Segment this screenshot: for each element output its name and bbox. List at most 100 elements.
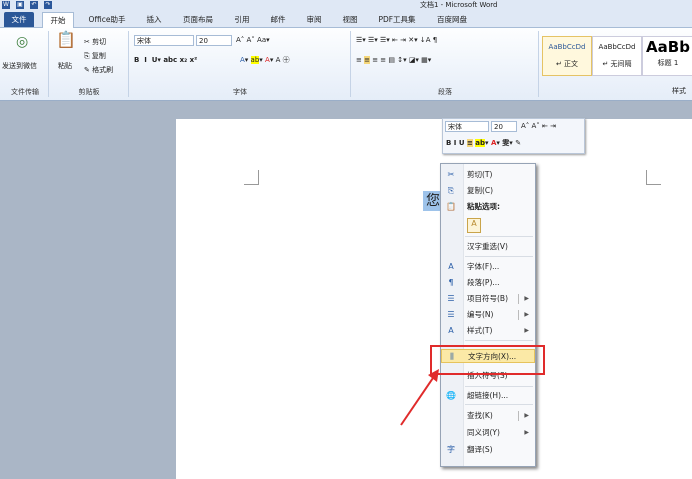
menu-item-paste-keep-text[interactable]: A bbox=[441, 218, 535, 233]
annotation-arrow-icon bbox=[400, 369, 439, 426]
copy-button[interactable]: ⎘ 复制 bbox=[84, 51, 106, 61]
menu-item-numbering[interactable]: ☰ 编号(N) ▶ bbox=[441, 308, 535, 322]
menu-item-font[interactable]: A 字体(F)... bbox=[441, 260, 535, 274]
list-buttons[interactable]: ☰▾ ☰▾ ☰▾ ⇤ ⇥ ✕▾ ↓A ¶ bbox=[356, 35, 437, 45]
redo-icon[interactable]: ↷ bbox=[44, 1, 52, 9]
paste-icon[interactable]: 📋 bbox=[56, 32, 76, 48]
context-menu: ✂ 剪切(T) ⎘ 复制(C) 📋 粘贴选项: A 汉字重选(V) A 字体(F)...… bbox=[440, 163, 536, 467]
menu-item-paragraph[interactable]: ¶ 段落(P)... bbox=[441, 276, 535, 290]
submenu-arrow-icon: ▶ bbox=[524, 327, 529, 334]
paste-icon: 📋 bbox=[446, 202, 456, 211]
copy-icon: ⎘ bbox=[84, 52, 92, 60]
style-preview: AaBb bbox=[646, 38, 690, 56]
tab-review[interactable]: 审阅 bbox=[300, 12, 328, 27]
menu-item-cut[interactable]: ✂ 剪切(T) bbox=[441, 168, 535, 182]
submenu-arrow-icon: ▶ bbox=[524, 412, 529, 419]
split-separator bbox=[518, 411, 519, 421]
group-label: 剪贴板 bbox=[78, 88, 100, 96]
menu-separator bbox=[465, 236, 533, 237]
tab-baidu-netdisk[interactable]: 百度网盘 bbox=[430, 12, 474, 27]
menu-item-find[interactable]: 查找(K) ▶ bbox=[441, 409, 535, 423]
paste-keep-text-icon: A bbox=[467, 218, 481, 233]
align-buttons[interactable]: ≡ ≡ ≡ ≡ ▤ ↕▾ ◪▾ ▦▾ bbox=[356, 55, 431, 65]
bullets-icon: ☰ bbox=[447, 294, 455, 303]
ribbon: ◎ 发送到微信 文件传输 📋 粘贴 ✂ 剪切 ⎘ 复制 ✎ 格式刷 剪贴板 宋体… bbox=[0, 28, 692, 101]
undo-icon[interactable]: ↶ bbox=[30, 1, 38, 9]
mini-toolbar: 宋体 20 A˄ A˅ ⇤ ⇥ B I U ≡ ab▾ A▾ 雯▾ ✎ bbox=[442, 118, 585, 154]
style-normal[interactable]: AaBbCcDd ↵ 正文 bbox=[542, 36, 592, 76]
split-separator bbox=[518, 310, 519, 320]
font-icon: A bbox=[448, 262, 454, 271]
tab-home[interactable]: 开始 bbox=[42, 12, 74, 28]
annotation-highlight-box bbox=[430, 345, 545, 375]
numbering-icon: ☰ bbox=[447, 310, 455, 319]
menu-separator bbox=[465, 386, 533, 387]
menu-separator bbox=[465, 256, 533, 257]
menu-item-copy[interactable]: ⎘ 复制(C) bbox=[441, 184, 535, 198]
split-separator bbox=[518, 294, 519, 304]
window-title: 文档1 - Microsoft Word bbox=[420, 1, 498, 9]
grow-font-button[interactable]: A˄ A˅ Aa▾ bbox=[236, 35, 270, 45]
scissors-icon: ✂ bbox=[84, 38, 93, 46]
group-clipboard: 📋 粘贴 ✂ 剪切 ⎘ 复制 ✎ 格式刷 剪贴板 bbox=[50, 31, 129, 97]
title-bar: W ▣ ↶ ↷ 文档1 - Microsoft Word bbox=[0, 0, 692, 10]
font-size-combo[interactable]: 20 bbox=[196, 35, 232, 46]
save-icon[interactable]: ▣ bbox=[16, 1, 24, 9]
font-name-combo[interactable]: 宋体 bbox=[134, 35, 194, 46]
globe-link-icon: 🌐 bbox=[446, 391, 456, 400]
style-name: ↵ 无间隔 bbox=[602, 60, 632, 68]
tab-view[interactable]: 视图 bbox=[336, 12, 364, 27]
menu-item-styles[interactable]: A 样式(T) ▶ bbox=[441, 324, 535, 338]
wechat-icon[interactable]: ◎ bbox=[16, 35, 28, 49]
submenu-arrow-icon: ▶ bbox=[524, 429, 529, 436]
group-label: 段落 bbox=[438, 88, 452, 96]
tab-insert[interactable]: 插入 bbox=[140, 12, 168, 27]
mini-format-buttons[interactable]: B I U ≡ ab▾ A▾ 雯▾ ✎ bbox=[446, 138, 521, 148]
tab-mailings[interactable]: 邮件 bbox=[264, 12, 292, 27]
crop-mark-right bbox=[646, 170, 661, 185]
group-font: 宋体 20 A˄ A˅ Aa▾ B I U▾ abc x₂ x² A▾ ab▾ … bbox=[130, 31, 351, 97]
style-preview: AaBbCcDd bbox=[548, 43, 586, 51]
menu-item-reconvert[interactable]: 汉字重选(V) bbox=[441, 240, 535, 254]
menu-item-translate[interactable]: 字翻译(S) bbox=[441, 443, 535, 457]
style-name: ↵ 正文 bbox=[555, 60, 579, 68]
color-buttons[interactable]: A▾ ab▾ A▾ A ㊉ bbox=[240, 55, 290, 65]
menu-separator bbox=[465, 340, 533, 341]
mini-font-combo[interactable]: 宋体 bbox=[445, 121, 489, 132]
tab-page-layout[interactable]: 页面布局 bbox=[176, 12, 220, 27]
quick-access-toolbar: W ▣ ↶ ↷ bbox=[2, 0, 52, 10]
send-to-wechat-button[interactable]: 发送到微信 bbox=[2, 61, 37, 71]
style-no-spacing[interactable]: AaBbCcDd ↵ 无间隔 bbox=[592, 36, 642, 76]
menu-separator bbox=[465, 404, 533, 405]
cut-button[interactable]: ✂ 剪切 bbox=[84, 37, 106, 47]
mini-size-combo[interactable]: 20 bbox=[491, 121, 517, 132]
style-name: 标题 1 bbox=[657, 59, 679, 67]
format-buttons[interactable]: B I U▾ abc x₂ x² bbox=[134, 55, 197, 65]
tab-references[interactable]: 引用 bbox=[228, 12, 256, 27]
tab-file[interactable]: 文件 bbox=[4, 12, 34, 27]
menu-item-hyperlink[interactable]: 🌐 超链接(H)... bbox=[441, 389, 535, 403]
styles-icon: A bbox=[448, 326, 454, 335]
menu-item-synonyms[interactable]: 同义词(Y) ▶ bbox=[441, 426, 535, 440]
tab-pdf-tools[interactable]: PDF工具集 bbox=[372, 12, 422, 27]
group-label: 文件传输 bbox=[11, 88, 39, 96]
group-paragraph: ☰▾ ☰▾ ☰▾ ⇤ ⇥ ✕▾ ↓A ¶ ≡ ≡ ≡ ≡ ▤ ↕▾ ◪▾ ▦▾ … bbox=[352, 31, 539, 97]
translate-icon: 字 bbox=[447, 445, 455, 454]
mini-grow-buttons[interactable]: A˄ A˅ ⇤ ⇥ bbox=[521, 121, 556, 131]
paragraph-icon: ¶ bbox=[448, 278, 454, 287]
style-heading-1[interactable]: AaBb 标题 1 bbox=[642, 36, 692, 76]
format-painter-button[interactable]: ✎ 格式刷 bbox=[84, 65, 113, 75]
styles-group-label: 样式 bbox=[672, 87, 686, 95]
brush-icon: ✎ bbox=[84, 66, 93, 74]
scissors-icon: ✂ bbox=[447, 170, 455, 179]
group-file-transfer: ◎ 发送到微信 文件传输 bbox=[2, 31, 49, 97]
submenu-arrow-icon: ▶ bbox=[524, 295, 529, 302]
copy-icon: ⎘ bbox=[447, 186, 455, 195]
paste-button[interactable]: 粘贴 bbox=[58, 61, 72, 71]
menu-item-bullets[interactable]: ☰ 项目符号(B) ▶ bbox=[441, 292, 535, 306]
ribbon-tab-bar: 文件 开始 Office助手 插入 页面布局 引用 邮件 审阅 视图 PDF工具… bbox=[0, 10, 692, 28]
menu-item-paste-options: 📋 粘贴选项: bbox=[446, 202, 500, 211]
submenu-arrow-icon: ▶ bbox=[524, 311, 529, 318]
group-label: 字体 bbox=[233, 88, 247, 96]
tab-office-assistant[interactable]: Office助手 bbox=[82, 12, 132, 27]
